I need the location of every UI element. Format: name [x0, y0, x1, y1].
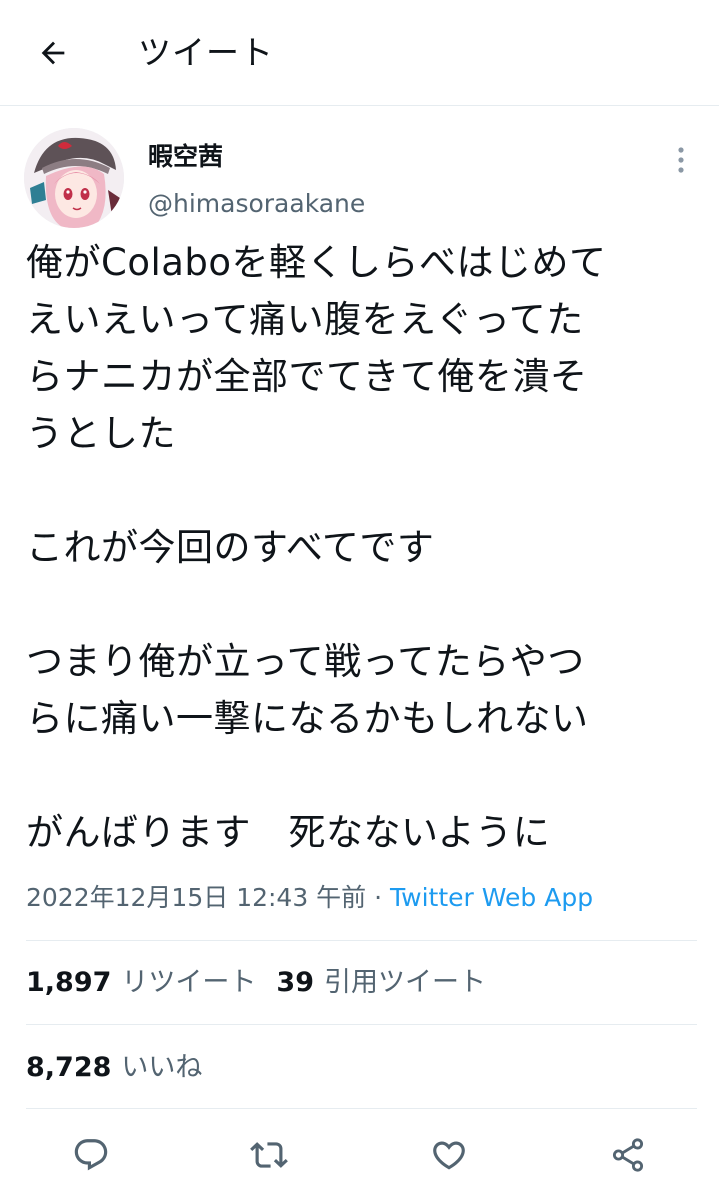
meta-separator: · [366, 883, 391, 912]
author-handle[interactable]: @himasoraakane [148, 187, 365, 221]
retweet-stats: 1,897 リツイート 39 引用ツイート [26, 965, 486, 1001]
back-button[interactable] [30, 30, 76, 76]
more-options-button[interactable] [666, 142, 696, 178]
avatar-image [24, 128, 124, 228]
share-button[interactable] [601, 1128, 655, 1182]
like-button[interactable] [422, 1128, 476, 1182]
like-count: 8,728 [26, 1052, 112, 1083]
divider [26, 1108, 697, 1109]
divider [26, 1024, 697, 1025]
divider [26, 940, 697, 941]
retweet-label: リツイート [121, 967, 257, 998]
author-name[interactable]: 暇空茜 [148, 140, 223, 174]
reply-icon [74, 1139, 108, 1171]
page-title: ツイート [138, 33, 274, 72]
reply-button[interactable] [64, 1128, 118, 1182]
avatar[interactable] [24, 128, 124, 228]
like-stats: 8,728 いいね [26, 1050, 202, 1086]
action-bar [0, 1128, 719, 1182]
more-vertical-icon [678, 147, 684, 173]
retweet-button[interactable] [242, 1128, 296, 1182]
quote-count: 39 [276, 967, 314, 998]
tweet-text: 俺がColaboを軽くしらべはじめて えいえいって痛い腹をえぐってた らナニカが… [26, 241, 607, 854]
header-bar: ツイート [0, 0, 719, 106]
likes-link[interactable]: 8,728 いいね [26, 1052, 202, 1083]
retweets-link[interactable]: 1,897 リツイート [26, 967, 256, 998]
quote-label: 引用ツイート [323, 967, 486, 998]
like-label: いいね [121, 1052, 203, 1083]
tweet-meta: 2022年12月15日 12:43 午前 · Twitter Web App [26, 880, 593, 916]
tweet-source-link[interactable]: Twitter Web App [390, 883, 593, 912]
like-icon [433, 1141, 465, 1170]
tweet-timestamp[interactable]: 2022年12月15日 12:43 午前 [26, 883, 366, 912]
retweet-count: 1,897 [26, 967, 112, 998]
quotes-link[interactable]: 39 引用ツイート [276, 967, 486, 998]
retweet-icon [250, 1142, 288, 1168]
arrow-left-icon [41, 41, 65, 65]
share-icon [612, 1138, 644, 1172]
